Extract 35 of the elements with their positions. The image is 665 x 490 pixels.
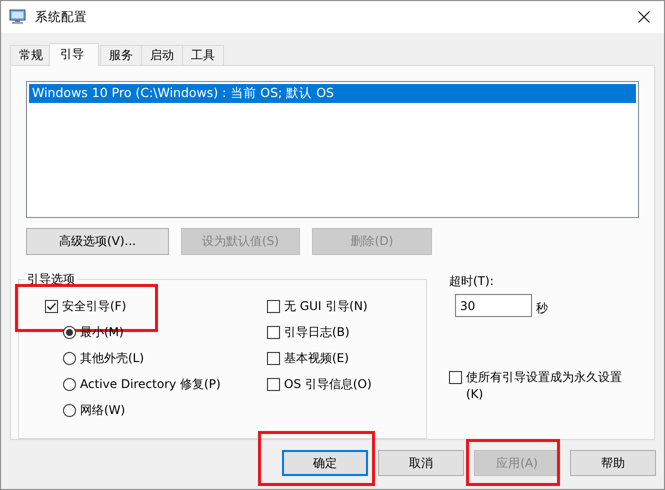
timeout-field[interactable]: 30 (455, 294, 532, 317)
checkbox[interactable] (267, 300, 280, 312)
dialog-button[interactable]: 帮助 (570, 450, 656, 476)
unit-label: 秒 (536, 300, 548, 317)
tab[interactable]: 常规 (10, 45, 52, 65)
checkbox-label: OS 引导信息(O) (284, 376, 372, 392)
checkbox-label: 无 GUI 引导(N) (284, 298, 368, 314)
checkbox[interactable] (267, 378, 280, 390)
close-icon (638, 11, 650, 23)
checkbox-label: 引导日志(B) (284, 324, 350, 340)
timeout-label: 超时(T): (449, 273, 495, 290)
checkbox[interactable] (45, 300, 58, 312)
checkbox-label: 基本视频(E) (284, 350, 349, 366)
monitor-icon (9, 9, 27, 25)
radio-label: 最小(M) (80, 324, 124, 340)
checkbox-label: 安全引导(F) (62, 298, 126, 314)
action-button[interactable]: 高级选项(V)... (26, 228, 169, 255)
radio-button[interactable] (63, 326, 76, 338)
tab[interactable]: 引导 (49, 43, 99, 66)
window-title: 系统配置 (35, 8, 88, 26)
checkbox[interactable] (267, 326, 280, 338)
checkbox[interactable] (449, 371, 462, 384)
radio-label: 网络(W) (80, 402, 126, 418)
checkbox[interactable] (267, 352, 280, 364)
checkbox-label: 使所有引导设置成为永久设置(K) (466, 369, 623, 403)
dialog-button[interactable]: 取消 (378, 450, 464, 476)
tab[interactable]: 工具 (182, 45, 224, 65)
radio-button[interactable] (63, 352, 76, 364)
tab[interactable]: 服务 (100, 45, 142, 65)
radio-button[interactable] (63, 404, 76, 416)
radio-label: 其他外壳(L) (80, 350, 144, 366)
radio-button[interactable] (63, 378, 76, 390)
radio-label: Active Directory 修复(P) (80, 376, 221, 392)
list-item[interactable]: Windows 10 Pro (C:\Windows) : 当前 OS; 默认 OS (29, 84, 636, 103)
dialog-button[interactable]: 确定 (282, 450, 368, 476)
